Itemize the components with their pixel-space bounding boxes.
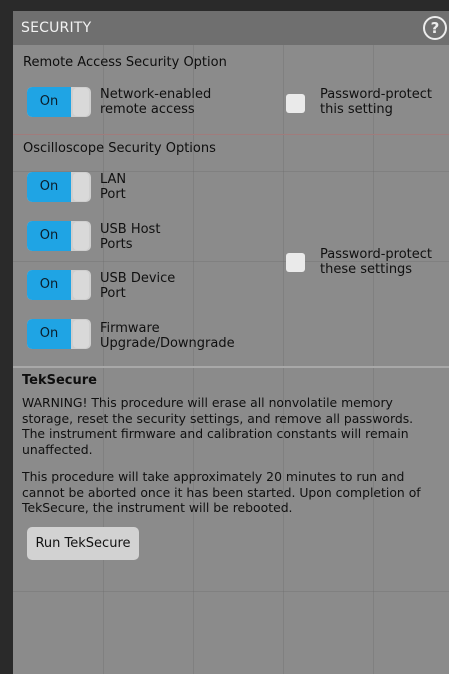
toggle-on-label: On [27, 221, 71, 251]
oscilloscope-title: Oscilloscope Security Options [23, 141, 216, 156]
option-line: remote access [100, 102, 195, 117]
warning-line: The instrument firmware and calibration … [22, 426, 409, 441]
option-line: Port [100, 286, 126, 301]
grid-line [373, 45, 374, 674]
option-line: Ports [100, 237, 133, 252]
usb-host-toggle[interactable]: On [27, 221, 91, 251]
network-access-toggle[interactable]: On [27, 87, 91, 117]
lan-port-label: LAN Port [100, 172, 300, 202]
help-icon[interactable]: ? [423, 16, 447, 40]
warning-line: storage, reset the security settings, an… [22, 410, 414, 426]
password-line: Password-protect [320, 247, 433, 262]
toggle-on-label: On [27, 87, 71, 117]
oscilloscope-password-checkbox[interactable] [286, 253, 305, 272]
grid-line [13, 591, 449, 592]
usb-host-label: USB Host Ports [100, 222, 300, 252]
teksecure-warning: WARNING! This procedure will erase all n… [22, 395, 446, 457]
section-divider [13, 134, 449, 135]
remote-password-checkbox[interactable] [286, 94, 305, 113]
run-teksecure-button[interactable]: Run TekSecure [27, 527, 139, 560]
option-line: LAN [100, 172, 127, 187]
toggle-on-label: On [27, 172, 71, 202]
option-line: Upgrade/Downgrade [100, 336, 235, 351]
info-line: TekSecure, the instrument will be reboot… [22, 500, 293, 515]
option-line: Network-enabled [100, 87, 212, 102]
option-line: USB Host [100, 222, 161, 237]
oscilloscope-password-label: Password-protect these settings [320, 247, 449, 277]
password-line: this setting [320, 102, 393, 117]
option-line: USB Device [100, 271, 176, 286]
remote-access-title: Remote Access Security Option [23, 55, 227, 70]
toggle-knob [73, 271, 89, 299]
teksecure-info: This procedure will take approximately 2… [22, 469, 446, 516]
password-line: these settings [320, 262, 413, 277]
info-line: This procedure will take approximately 2… [22, 469, 405, 484]
lan-port-toggle[interactable]: On [27, 172, 91, 202]
toggle-knob [73, 173, 89, 201]
security-panel: SECURITY ? Remote Access Security Option… [13, 11, 449, 674]
grid-line [193, 45, 194, 674]
firmware-toggle[interactable]: On [27, 319, 91, 349]
firmware-label: Firmware Upgrade/Downgrade [100, 321, 300, 351]
teksecure-title: TekSecure [22, 373, 97, 388]
grid-line [283, 45, 284, 674]
password-line: Password-protect [320, 87, 433, 102]
toggle-on-label: On [27, 270, 71, 300]
network-access-label: Network-enabled remote access [100, 87, 300, 117]
toggle-knob [73, 320, 89, 348]
grid-line [103, 45, 104, 674]
info-line: cannot be aborted once it has been start… [22, 484, 421, 500]
warning-line: unaffected. [22, 441, 93, 457]
usb-device-toggle[interactable]: On [27, 270, 91, 300]
toggle-knob [73, 222, 89, 250]
toggle-on-label: On [27, 319, 71, 349]
warning-line: WARNING! This procedure will erase all n… [22, 395, 393, 410]
option-line: Firmware [100, 321, 160, 336]
remote-password-label: Password-protect this setting [320, 87, 449, 117]
toggle-knob [73, 88, 89, 116]
panel-title: SECURITY [21, 20, 92, 36]
usb-device-label: USB Device Port [100, 271, 300, 301]
option-line: Port [100, 187, 126, 202]
section-divider [13, 366, 449, 368]
title-bar: SECURITY ? [13, 11, 449, 45]
